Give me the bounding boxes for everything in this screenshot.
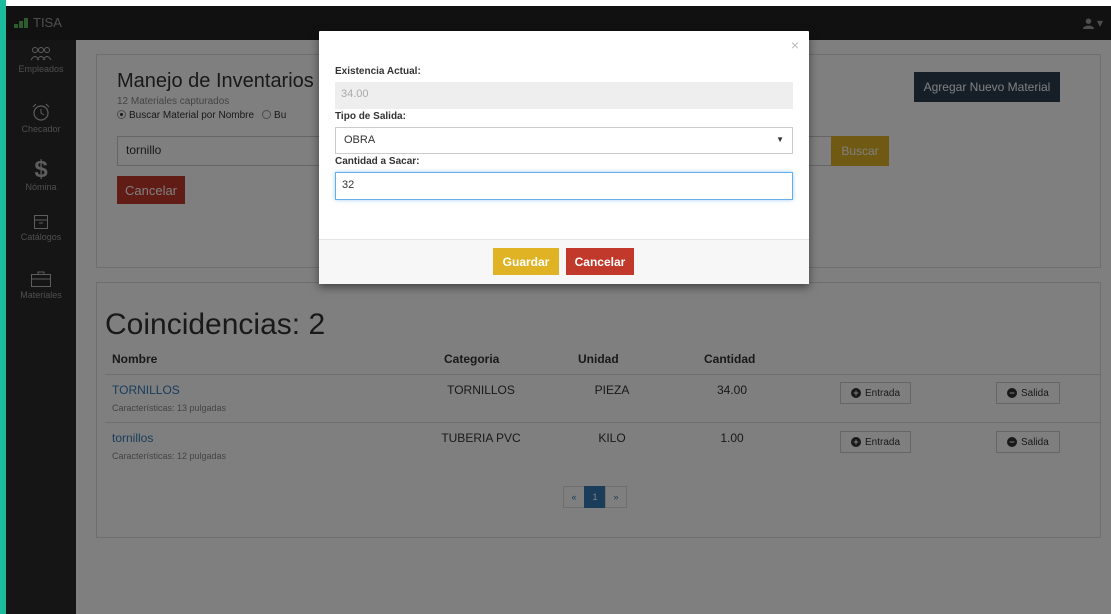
save-button[interactable]: Guardar [493, 248, 559, 275]
close-icon[interactable]: × [791, 37, 799, 53]
cantidad-input[interactable]: 32 [335, 172, 793, 200]
tipo-salida-value: OBRA [344, 134, 376, 146]
cancel-button[interactable]: Cancelar [566, 248, 634, 275]
modal-footer [319, 239, 809, 284]
existencia-field: 34.00 [335, 82, 793, 109]
existencia-label: Existencia Actual: [335, 66, 421, 77]
cantidad-label: Cantidad a Sacar: [335, 156, 420, 167]
chevron-down-icon: ▼ [776, 135, 784, 144]
salida-modal: × Existencia Actual: 34.00 Tipo de Salid… [319, 31, 809, 284]
tipo-salida-label: Tipo de Salida: [335, 111, 406, 122]
tipo-salida-select[interactable]: OBRA ▼ [335, 127, 793, 154]
